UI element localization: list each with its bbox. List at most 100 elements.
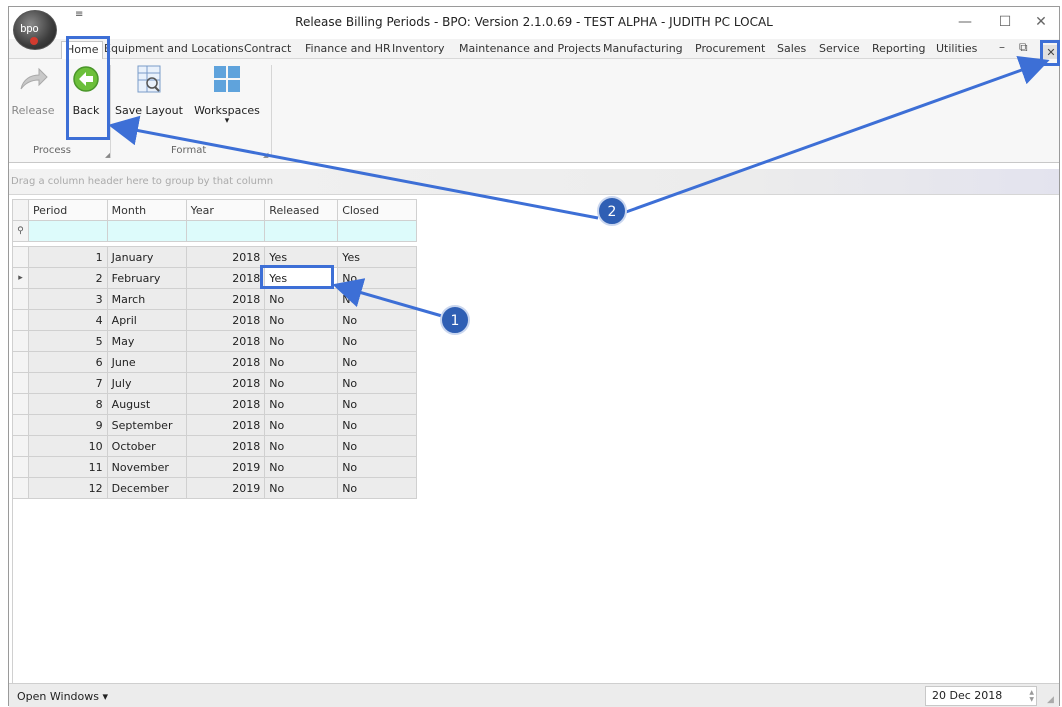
table-row[interactable]: 3 March 2018 No No: [12, 288, 417, 310]
cell-period[interactable]: 3: [27, 288, 108, 310]
cell-closed[interactable]: No: [337, 456, 417, 478]
filter-cell-month[interactable]: [106, 220, 187, 242]
filter-cell-year[interactable]: [185, 220, 266, 242]
cell-closed[interactable]: No: [337, 351, 417, 373]
table-row[interactable]: 4 April 2018 No No: [12, 309, 417, 331]
cell-year[interactable]: 2018: [185, 351, 266, 373]
cell-month[interactable]: February: [106, 267, 187, 289]
cell-year[interactable]: 2018: [185, 309, 266, 331]
cell-closed[interactable]: No: [337, 288, 417, 310]
spin-up-icon[interactable]: ▲: [1029, 689, 1034, 696]
table-row[interactable]: 10 October 2018 No No: [12, 435, 417, 457]
tab-procurement[interactable]: Procurement: [693, 41, 767, 59]
tab-sales[interactable]: Sales: [775, 41, 808, 59]
cell-period[interactable]: 11: [27, 456, 108, 478]
cell-month[interactable]: April: [106, 309, 187, 331]
tab-finance-and-hr[interactable]: Finance and HR: [303, 41, 393, 59]
table-row[interactable]: 8 August 2018 No No: [12, 393, 417, 415]
column-header-year[interactable]: Year: [185, 199, 266, 221]
maximize-button[interactable]: ☐: [985, 11, 1025, 33]
cell-released[interactable]: No: [264, 330, 339, 352]
cell-closed[interactable]: No: [337, 435, 417, 457]
tab-inventory[interactable]: Inventory: [390, 41, 447, 59]
cell-month[interactable]: September: [106, 414, 187, 436]
cell-month[interactable]: December: [106, 477, 187, 499]
cell-year[interactable]: 2018: [185, 267, 266, 289]
mdi-minimize-button[interactable]: –: [999, 40, 1005, 54]
table-row[interactable]: 5 May 2018 No No: [12, 330, 417, 352]
cell-period[interactable]: 9: [27, 414, 108, 436]
cell-released[interactable]: No: [264, 288, 339, 310]
table-row[interactable]: 9 September 2018 No No: [12, 414, 417, 436]
cell-released[interactable]: No: [264, 309, 339, 331]
column-header-period[interactable]: Period: [27, 199, 108, 221]
cell-month[interactable]: January: [106, 246, 187, 268]
release-button[interactable]: Release: [11, 63, 55, 117]
cell-released[interactable]: No: [264, 477, 339, 499]
column-header-closed[interactable]: Closed: [337, 199, 417, 221]
cell-closed[interactable]: Yes: [337, 246, 417, 268]
cell-released[interactable]: No: [264, 372, 339, 394]
tab-service[interactable]: Service: [817, 41, 862, 59]
cell-month[interactable]: October: [106, 435, 187, 457]
cell-period[interactable]: 8: [27, 393, 108, 415]
cell-month[interactable]: June: [106, 351, 187, 373]
cell-period[interactable]: 2: [27, 267, 108, 289]
cell-year[interactable]: 2018: [185, 330, 266, 352]
cell-closed[interactable]: No: [337, 477, 417, 499]
cell-month[interactable]: May: [106, 330, 187, 352]
date-spinner[interactable]: ▲ ▼: [1029, 689, 1034, 703]
cell-released[interactable]: No: [264, 435, 339, 457]
mdi-restore-button[interactable]: ⧉: [1019, 40, 1028, 55]
cell-month[interactable]: November: [106, 456, 187, 478]
close-button[interactable]: ✕: [1021, 11, 1061, 33]
cell-released[interactable]: No: [264, 351, 339, 373]
bpo-logo[interactable]: bpo: [13, 10, 57, 50]
cell-period[interactable]: 7: [27, 372, 108, 394]
spin-down-icon[interactable]: ▼: [1029, 696, 1034, 703]
table-row[interactable]: ▸ 2 February 2018 Yes No: [12, 267, 417, 289]
column-header-month[interactable]: Month: [106, 199, 187, 221]
cell-released[interactable]: No: [264, 414, 339, 436]
filter-cell-closed[interactable]: [337, 220, 417, 242]
minimize-button[interactable]: —: [945, 11, 985, 33]
cell-year[interactable]: 2018: [185, 393, 266, 415]
cell-year[interactable]: 2018: [185, 288, 266, 310]
cell-year[interactable]: 2018: [185, 414, 266, 436]
cell-year[interactable]: 2019: [185, 456, 266, 478]
tab-utilities[interactable]: Utilities: [934, 41, 979, 59]
cell-period[interactable]: 5: [27, 330, 108, 352]
save-layout-button[interactable]: Save Layout: [113, 63, 185, 117]
cell-closed[interactable]: No: [337, 414, 417, 436]
cell-period[interactable]: 12: [27, 477, 108, 499]
cell-month[interactable]: August: [106, 393, 187, 415]
date-field[interactable]: 20 Dec 2018 ▲ ▼: [925, 686, 1037, 706]
cell-closed[interactable]: No: [337, 372, 417, 394]
table-row[interactable]: 7 July 2018 No No: [12, 372, 417, 394]
column-header-released[interactable]: Released: [264, 199, 339, 221]
cell-period[interactable]: 1: [27, 246, 108, 268]
cell-closed[interactable]: No: [337, 309, 417, 331]
cell-year[interactable]: 2018: [185, 435, 266, 457]
tab-manufacturing[interactable]: Manufacturing: [601, 41, 685, 59]
cell-closed[interactable]: No: [337, 393, 417, 415]
cell-year[interactable]: 2018: [185, 246, 266, 268]
format-launcher-icon[interactable]: ◢: [263, 151, 268, 159]
cell-month[interactable]: July: [106, 372, 187, 394]
cell-closed[interactable]: No: [337, 267, 417, 289]
cell-closed[interactable]: No: [337, 330, 417, 352]
cell-period[interactable]: 6: [27, 351, 108, 373]
cell-period[interactable]: 10: [27, 435, 108, 457]
open-windows-dropdown[interactable]: Open Windows ▾: [17, 690, 108, 703]
filter-cell-released[interactable]: [264, 220, 339, 242]
tab-maintenance-and-projects[interactable]: Maintenance and Projects: [457, 41, 603, 59]
table-row[interactable]: 6 June 2018 No No: [12, 351, 417, 373]
tab-contract[interactable]: Contract: [242, 41, 293, 59]
table-row[interactable]: 1 January 2018 Yes Yes: [12, 246, 417, 268]
tab-equipment-and-locations[interactable]: Equipment and Locations: [102, 41, 246, 59]
tab-reporting[interactable]: Reporting: [870, 41, 927, 59]
group-by-panel[interactable]: Drag a column header here to group by th…: [9, 169, 1059, 195]
filter-cell-period[interactable]: [27, 220, 108, 242]
cell-period[interactable]: 4: [27, 309, 108, 331]
cell-year[interactable]: 2018: [185, 372, 266, 394]
